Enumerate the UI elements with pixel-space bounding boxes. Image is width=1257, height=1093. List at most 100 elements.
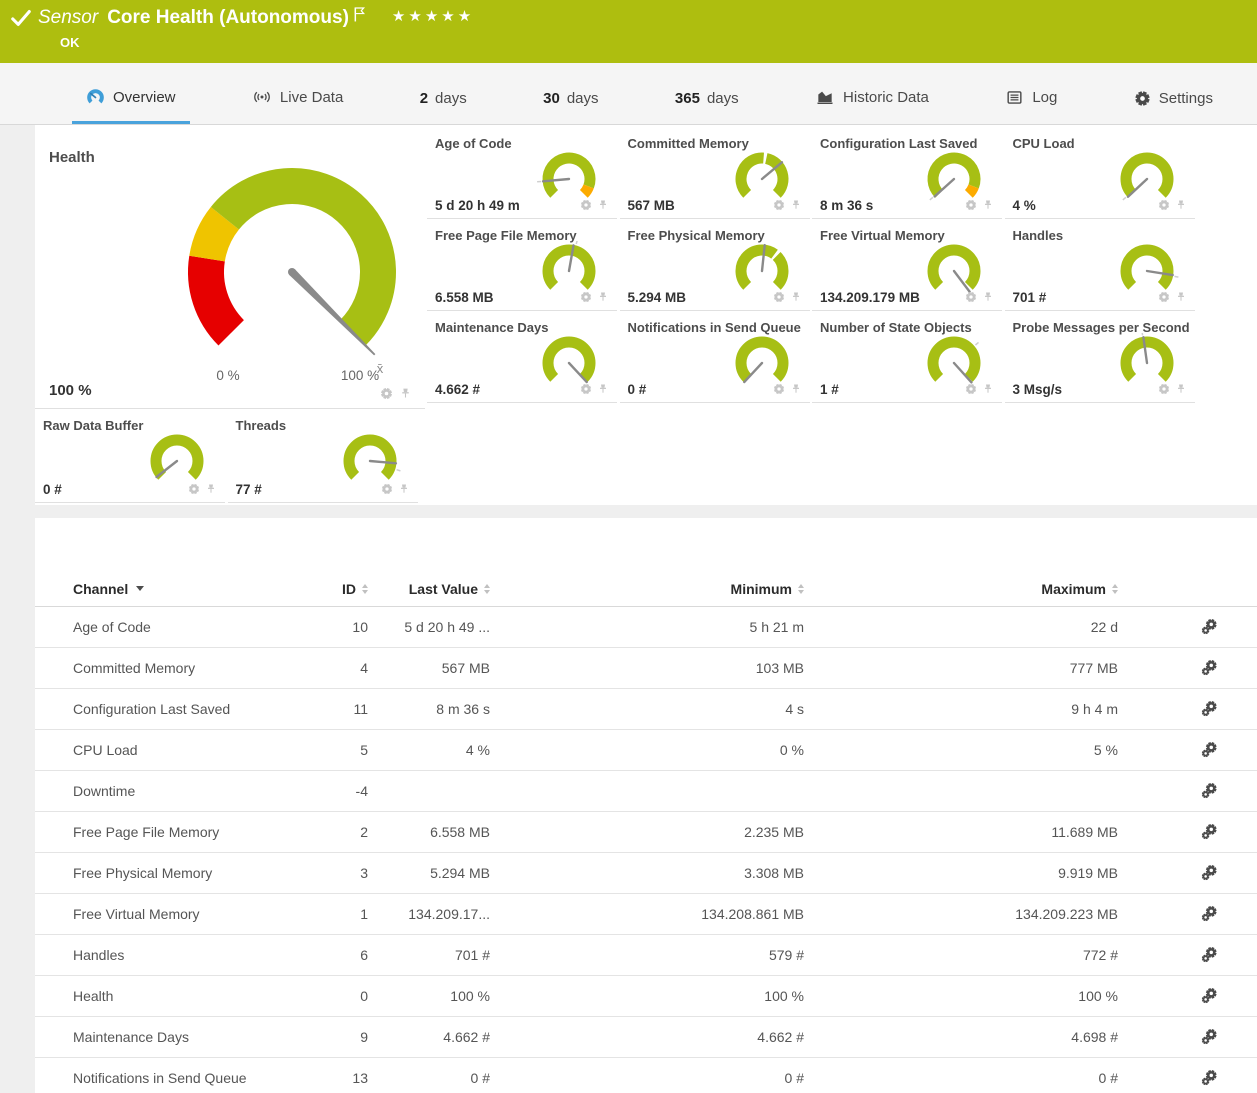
channel-settings-gears-icon[interactable] xyxy=(1200,864,1218,882)
channel-settings-gears-icon[interactable] xyxy=(1200,659,1218,677)
gauge-panel-age-of-code[interactable]: Age of Code5 d 20 h 49 m xyxy=(427,129,617,219)
pin-icon[interactable] xyxy=(205,483,217,495)
channel-maximum: 772 # xyxy=(806,947,1120,963)
priority-stars[interactable]: ★★★★★ xyxy=(392,7,474,25)
gauge-panel-free-virtual-memory[interactable]: Free Virtual Memory134.209.179 MB xyxy=(812,221,1002,311)
tab-historic-data[interactable]: Historic Data xyxy=(801,75,943,124)
channel-settings-gears-icon[interactable] xyxy=(1200,700,1218,718)
gauge-panel-probe-messages-per-second[interactable]: Probe Messages per Second3 Msg/s xyxy=(1005,313,1195,403)
column-header-id[interactable]: ID xyxy=(335,581,370,597)
channel-settings-gears-icon[interactable] xyxy=(1200,618,1218,636)
channel-settings-gears-icon[interactable] xyxy=(1200,905,1218,923)
gauge-panel-notifications-in-send-queue[interactable]: Notifications in Send Queue0 # xyxy=(620,313,810,403)
channel-settings-gears-icon[interactable] xyxy=(1200,987,1218,1005)
column-header-maximum[interactable]: Maximum xyxy=(806,581,1120,597)
tab-number: 30 xyxy=(543,90,560,107)
channel-last-value: 100 % xyxy=(370,988,492,1004)
channel-id: 6 xyxy=(335,947,370,963)
channel-settings-gears-icon[interactable] xyxy=(1200,1069,1218,1087)
channel-last-value: 701 # xyxy=(370,947,492,963)
tab-live-data[interactable]: Live Data xyxy=(238,75,357,124)
gauge-value: 6.558 MB xyxy=(435,290,494,305)
pin-icon[interactable] xyxy=(1175,383,1187,395)
chart-icon xyxy=(815,87,835,107)
channel-maximum: 134.209.223 MB xyxy=(806,906,1120,922)
gauge-panel-maintenance-days[interactable]: Maintenance Days4.662 # xyxy=(427,313,617,403)
pin-icon[interactable] xyxy=(982,199,994,211)
pin-icon[interactable] xyxy=(398,483,410,495)
channel-name[interactable]: Configuration Last Saved xyxy=(35,701,335,717)
gauge-panel-committed-memory[interactable]: Committed Memory567 MB xyxy=(620,129,810,219)
channel-name[interactable]: Free Virtual Memory xyxy=(35,906,335,922)
pin-icon[interactable] xyxy=(597,291,609,303)
health-gauge-panel[interactable]: Health x̄0 %100 % 100 % xyxy=(35,129,425,409)
tab-label: Log xyxy=(1032,89,1057,106)
column-header-channel[interactable]: Channel xyxy=(35,581,335,597)
tab-overview[interactable]: Overview xyxy=(72,76,190,124)
tab-30-days[interactable]: 30days xyxy=(529,78,612,124)
gear-icon[interactable] xyxy=(580,199,592,211)
channel-name[interactable]: Age of Code xyxy=(35,619,335,635)
channel-name[interactable]: Committed Memory xyxy=(35,660,335,676)
gear-icon[interactable] xyxy=(381,483,393,495)
health-panel-value: 100 % xyxy=(49,382,92,399)
tab-365-days[interactable]: 365days xyxy=(661,78,753,124)
tab-2-days[interactable]: 2days xyxy=(406,78,481,124)
channel-last-value: 567 MB xyxy=(370,660,492,676)
gear-icon[interactable] xyxy=(380,387,393,400)
channel-settings-gears-icon[interactable] xyxy=(1200,823,1218,841)
pin-icon[interactable] xyxy=(982,383,994,395)
gear-icon[interactable] xyxy=(965,383,977,395)
gauge-panel-raw-data-buffer[interactable]: Raw Data Buffer0 # xyxy=(35,411,225,503)
channel-settings-gears-icon[interactable] xyxy=(1200,1028,1218,1046)
channel-name[interactable]: Free Page File Memory xyxy=(35,824,335,840)
channel-settings-gears-icon[interactable] xyxy=(1200,782,1218,800)
gear-icon[interactable] xyxy=(773,291,785,303)
pin-icon[interactable] xyxy=(597,199,609,211)
gear-icon[interactable] xyxy=(773,383,785,395)
gauge-panel-cpu-load[interactable]: CPU Load4 % xyxy=(1005,129,1195,219)
pin-icon[interactable] xyxy=(399,387,412,400)
channel-row-downtime: Downtime-4 xyxy=(35,771,1257,812)
pin-icon[interactable] xyxy=(790,383,802,395)
gauge-panel-number-of-state-objects[interactable]: Number of State Objects1 # xyxy=(812,313,1002,403)
gear-icon[interactable] xyxy=(965,291,977,303)
gauge-panel-free-physical-memory[interactable]: Free Physical Memory5.294 MB xyxy=(620,221,810,311)
gear-icon[interactable] xyxy=(1158,291,1170,303)
gear-icon[interactable] xyxy=(580,383,592,395)
gear-icon[interactable] xyxy=(1158,199,1170,211)
gear-icon[interactable] xyxy=(580,291,592,303)
gauge-panel-free-page-file-memory[interactable]: Free Page File Memory6.558 MB xyxy=(427,221,617,311)
channel-name[interactable]: Downtime xyxy=(35,783,335,799)
channel-name[interactable]: CPU Load xyxy=(35,742,335,758)
channel-name[interactable]: Handles xyxy=(35,947,335,963)
gear-icon[interactable] xyxy=(965,199,977,211)
priority-flag-icon[interactable] xyxy=(353,6,366,23)
pin-icon[interactable] xyxy=(1175,199,1187,211)
channel-name[interactable]: Health xyxy=(35,988,335,1004)
gear-icon[interactable] xyxy=(1158,383,1170,395)
channel-settings-gears-icon[interactable] xyxy=(1200,741,1218,759)
channel-name[interactable]: Free Physical Memory xyxy=(35,865,335,881)
pin-icon[interactable] xyxy=(597,383,609,395)
column-header-minimum[interactable]: Minimum xyxy=(492,581,806,597)
gauge-value: 701 # xyxy=(1013,290,1047,305)
gear-icon[interactable] xyxy=(188,483,200,495)
pin-icon[interactable] xyxy=(982,291,994,303)
gauge-panel-threads[interactable]: Threads77 # xyxy=(228,411,418,503)
pin-icon[interactable] xyxy=(790,199,802,211)
gauge-panel-configuration-last-saved[interactable]: Configuration Last Saved8 m 36 s xyxy=(812,129,1002,219)
gear-icon[interactable] xyxy=(773,199,785,211)
channel-row-health: Health0100 %100 %100 % xyxy=(35,976,1257,1017)
gauge-value: 5.294 MB xyxy=(628,290,687,305)
tab-log[interactable]: Log xyxy=(991,76,1071,124)
pin-icon[interactable] xyxy=(790,291,802,303)
pin-icon[interactable] xyxy=(1175,291,1187,303)
gauge-value: 77 # xyxy=(236,482,262,497)
tab-settings[interactable]: Settings xyxy=(1120,78,1227,124)
channel-name[interactable]: Maintenance Days xyxy=(35,1029,335,1045)
column-header-last-value[interactable]: Last Value xyxy=(370,581,492,597)
gauge-panel-handles[interactable]: Handles701 # xyxy=(1005,221,1195,311)
channel-settings-gears-icon[interactable] xyxy=(1200,946,1218,964)
channel-name[interactable]: Notifications in Send Queue xyxy=(35,1070,335,1086)
